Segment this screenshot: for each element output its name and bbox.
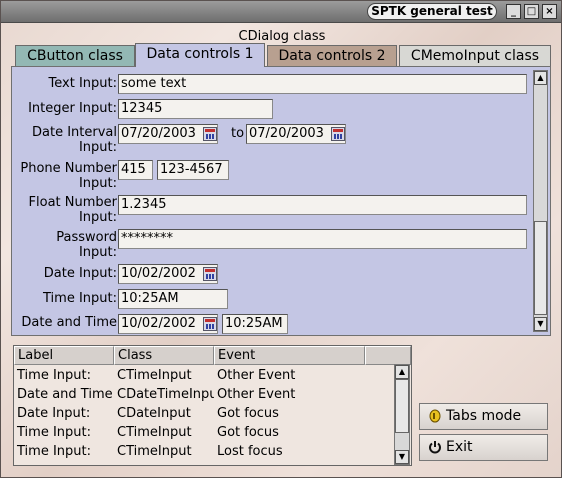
phone-number-field[interactable]: 123-4567: [157, 160, 229, 180]
list-item[interactable]: Date Input: CDateInput Got focus: [14, 404, 396, 423]
date-interval-to-label: to: [231, 126, 245, 141]
password-field[interactable]: ********: [118, 229, 527, 249]
list-cell-class: CDateInput: [117, 406, 191, 421]
column-header-spacer: [365, 346, 411, 365]
list-scrollbar[interactable]: ▲ ▼: [394, 364, 410, 465]
password-label-line2: Input:: [78, 245, 117, 260]
calendar-icon[interactable]: [331, 127, 345, 141]
phone-number-label-line1: Phone Number: [20, 161, 117, 176]
list-cell-class: CTimeInput: [117, 368, 192, 383]
list-cell-label: Time Input:: [17, 425, 91, 440]
event-list[interactable]: Label Class Event Time Input: CTimeInput…: [13, 345, 412, 466]
tabs-mode-label: Tabs mode: [446, 408, 522, 424]
close-button[interactable]: ×: [542, 4, 557, 19]
text-input-label: Text Input:: [48, 76, 117, 91]
date-time-time-field[interactable]: 10:25AM: [222, 314, 288, 334]
power-icon: [429, 441, 441, 454]
float-number-label-line1: Float Number: [28, 195, 117, 210]
integer-input-field[interactable]: 12345: [118, 99, 273, 119]
minimize-button[interactable]: _: [506, 4, 521, 19]
window-title: SPTK general test: [367, 3, 497, 20]
tab-cbutton-class[interactable]: CButton class: [15, 45, 135, 67]
scroll-up-icon[interactable]: ▲: [395, 365, 409, 379]
main-window: SPTK general test _ □ × CDialog class CB…: [0, 0, 562, 478]
phone-area-code-field[interactable]: 415: [118, 160, 153, 180]
tabs-mode-button[interactable]: Tabs mode: [419, 403, 548, 430]
exit-button[interactable]: Exit: [419, 434, 548, 461]
list-cell-label: Time Input:: [17, 368, 91, 383]
list-item[interactable]: Time Input: CTimeInput Got focus: [14, 423, 396, 442]
scrollbar-thumb[interactable]: [534, 221, 547, 315]
date-interval-label-line1: Date Interval: [32, 125, 117, 140]
calendar-icon[interactable]: [203, 267, 217, 281]
time-input-field[interactable]: 10:25AM: [118, 289, 228, 309]
tab-data-controls-2[interactable]: Data controls 2: [267, 45, 397, 67]
date-interval-label-line2: Input:: [78, 140, 117, 155]
time-input-label: Time Input:: [43, 291, 117, 306]
list-cell-event: Other Event: [217, 368, 296, 383]
tabs-mode-icon: [429, 409, 441, 423]
list-cell-event: Other Event: [217, 387, 296, 402]
list-item[interactable]: Time Input: CTimeInput Lost focus: [14, 442, 396, 461]
data-controls-panel: Text Input: some text Integer Input: 123…: [11, 66, 551, 336]
list-item[interactable]: Date and Time CDateTimeInpu Other Event: [14, 385, 396, 404]
maximize-button[interactable]: □: [524, 4, 539, 19]
scroll-down-icon[interactable]: ▼: [395, 450, 409, 464]
date-input-label: Date Input:: [43, 266, 117, 281]
phone-number-label-line2: Input:: [78, 176, 117, 191]
float-number-field[interactable]: 1.2345: [118, 195, 527, 215]
calendar-icon[interactable]: [203, 127, 217, 141]
float-number-label-line2: Input:: [78, 210, 117, 225]
list-cell-class: CTimeInput: [117, 425, 192, 440]
scroll-up-icon[interactable]: ▲: [534, 71, 547, 85]
scroll-down-icon[interactable]: ▼: [534, 317, 547, 331]
list-cell-label: Date Input:: [17, 406, 91, 421]
list-cell-event: Got focus: [217, 425, 279, 440]
date-time-label: Date and Time: [21, 315, 117, 330]
list-cell-event: Got focus: [217, 406, 279, 421]
integer-input-label: Integer Input:: [28, 101, 117, 116]
dialog-caption: CDialog class: [238, 29, 326, 44]
calendar-icon[interactable]: [203, 317, 217, 331]
column-header-class[interactable]: Class: [114, 346, 214, 365]
list-cell-label: Date and Time: [17, 387, 113, 402]
list-cell-event: Lost focus: [217, 444, 283, 459]
scrollbar-thumb[interactable]: [395, 379, 409, 433]
column-header-event[interactable]: Event: [214, 346, 365, 365]
column-header-label[interactable]: Label: [14, 346, 114, 365]
list-item[interactable]: Time Input: CTimeInput Other Event: [14, 366, 396, 385]
list-header: Label Class Event: [14, 346, 411, 365]
text-input-field[interactable]: some text: [118, 74, 527, 94]
password-label-line1: Password: [56, 230, 117, 245]
list-cell-class: CTimeInput: [117, 444, 192, 459]
title-bar[interactable]: SPTK general test _ □ ×: [1, 1, 561, 23]
tab-cmemoinput-class[interactable]: CMemoInput class: [399, 45, 551, 67]
tab-data-controls-1[interactable]: Data controls 1: [135, 43, 265, 67]
exit-label: Exit: [446, 439, 473, 455]
panel-scrollbar[interactable]: ▲ ▼: [533, 70, 548, 332]
list-cell-class: CDateTimeInpu: [117, 387, 214, 402]
list-cell-label: Time Input:: [17, 444, 91, 459]
